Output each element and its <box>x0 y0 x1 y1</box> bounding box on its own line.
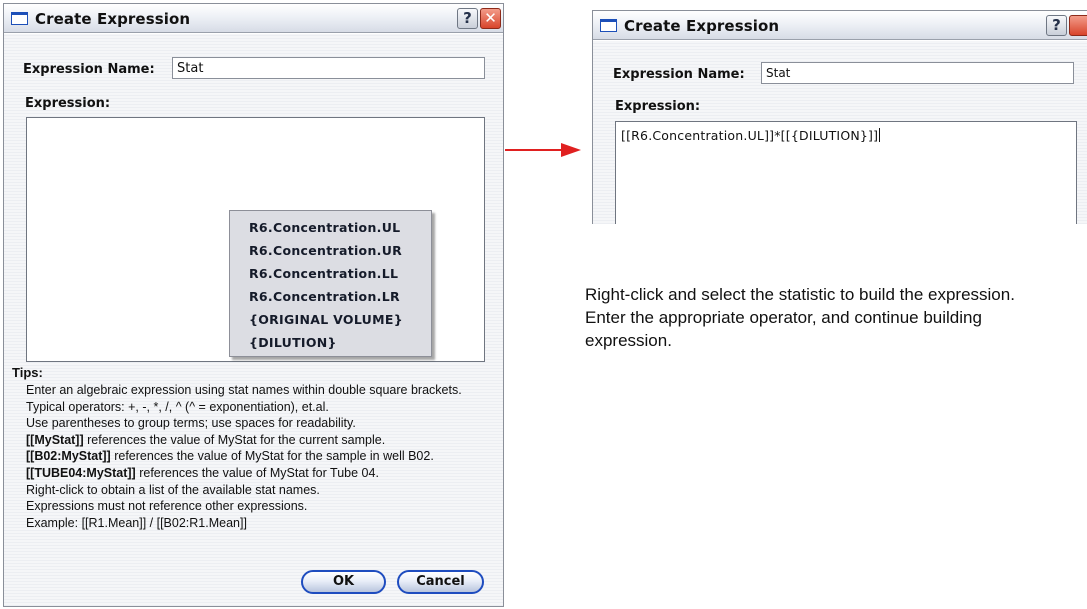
caption-line: Right-click and select the statistic to … <box>585 285 1015 304</box>
tip-line: [[TUBE04:MyStat]] references the value o… <box>26 465 379 480</box>
tips-list: Enter an algebraic expression using stat… <box>26 382 462 531</box>
window-icon <box>11 12 28 25</box>
tip-line: [[MyStat]] references the value of MySta… <box>26 432 386 447</box>
tip-line: Enter an algebraic expression using stat… <box>26 383 462 397</box>
tips-title: Tips: <box>12 365 43 380</box>
instruction-caption: Right-click and select the statistic to … <box>585 283 1085 352</box>
tip-line: Typical operators: +, -, *, /, ^ (^ = ex… <box>26 399 329 414</box>
close-button[interactable] <box>1069 15 1087 36</box>
expression-textarea[interactable]: [[R6.Concentration.UL]]*[[{DILUTION}]] <box>615 121 1077 224</box>
expression-name-value: Stat <box>177 61 204 76</box>
expression-value: [[R6.Concentration.UL]]*[[{DILUTION}]] <box>621 128 879 143</box>
stat-context-menu: R6.Concentration.UL R6.Concentration.UR … <box>229 210 432 357</box>
caption-line: Enter the appropriate operator, and cont… <box>585 308 982 327</box>
dialog-title: Create Expression <box>35 10 191 28</box>
dialog-body: Expression Name: Stat Expression: [[R6.C… <box>593 41 1087 224</box>
expression-name-input[interactable]: Stat <box>172 57 485 79</box>
menu-item-r6-concentration-ur[interactable]: R6.Concentration.UR <box>230 239 431 262</box>
tip-line: Example: [[R1.Mean]] / [[B02:R1.Mean]] <box>26 515 247 530</box>
dialog-title: Create Expression <box>624 17 780 35</box>
expression-label: Expression: <box>25 96 111 111</box>
expression-name-input[interactable]: Stat <box>761 62 1074 84</box>
tip-line: Expressions must not reference other exp… <box>26 499 308 514</box>
cancel-button[interactable]: Cancel <box>397 570 484 594</box>
menu-item-dilution[interactable]: {DILUTION} <box>230 331 431 354</box>
caption-line: expression. <box>585 331 672 350</box>
help-button[interactable]: ? <box>1046 15 1067 36</box>
expression-name-label: Expression Name: <box>613 67 745 82</box>
tip-line: Use parentheses to group terms; use spac… <box>26 416 356 431</box>
menu-item-r6-concentration-lr[interactable]: R6.Concentration.LR <box>230 285 431 308</box>
window-icon <box>600 19 617 32</box>
close-button[interactable]: ✕ <box>480 8 501 29</box>
dialog-titlebar[interactable]: Create Expression ? <box>593 11 1087 40</box>
dialog-titlebar[interactable]: Create Expression ? ✕ <box>4 4 503 33</box>
expression-label: Expression: <box>615 99 701 114</box>
ok-button[interactable]: OK <box>301 570 386 594</box>
expression-name-label: Expression Name: <box>23 62 155 77</box>
create-expression-dialog: Create Expression ? ✕ Expression Name: S… <box>3 3 504 607</box>
help-button[interactable]: ? <box>457 8 478 29</box>
tip-line: Right-click to obtain a list of the avai… <box>26 482 320 497</box>
menu-item-r6-concentration-ll[interactable]: R6.Concentration.LL <box>230 262 431 285</box>
menu-item-original-volume[interactable]: {ORIGINAL VOLUME} <box>230 308 431 331</box>
tip-line: [[B02:MyStat]] references the value of M… <box>26 449 434 464</box>
text-caret <box>879 128 881 142</box>
menu-item-r6-concentration-ul[interactable]: R6.Concentration.UL <box>230 216 431 239</box>
expression-name-value: Stat <box>766 66 791 80</box>
create-expression-dialog-result: Create Expression ? Expression Name: Sta… <box>592 10 1087 224</box>
right-arrow-icon <box>505 143 581 157</box>
